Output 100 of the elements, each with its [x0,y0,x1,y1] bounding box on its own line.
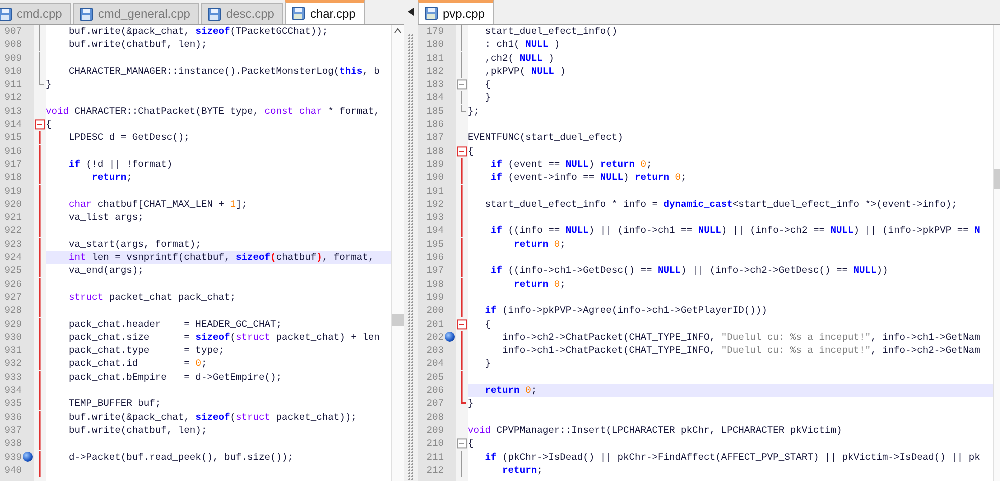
line-number: 926 [4,278,22,291]
scrollbar-thumb[interactable] [392,314,404,326]
line-number: 935 [4,397,22,411]
line-number: 918 [4,171,22,185]
code-line: start_duel_efect_info * info = dynamic_cast<start_duel_efect_info *>(event->info); [484,198,958,212]
code-line: buf.write(chatbuf, len); [68,424,208,438]
code-line: { [484,318,492,331]
code-line: start_duel_efect_info() [484,25,619,38]
line-number: 179 [426,25,444,38]
scrollbar[interactable] [391,25,404,481]
code-line: }; [468,104,481,118]
line-number: 187 [426,131,444,145]
line-number: 198 [426,278,444,291]
code-line: if (event == NULL) return 0; [490,158,654,172]
code-line: return; [91,171,134,185]
line-number: 914 [4,118,22,132]
caret-up-icon[interactable] [394,28,402,34]
splitter-handle[interactable] [404,0,418,481]
line-number: 201 [426,318,444,331]
line-number: 924 [4,251,22,264]
code-line: TEMP_BUFFER buf; [68,397,162,411]
code-line: void CPVPManager::Insert(LPCHARACTER pkChr, LPCHARACTER pkVictim) [468,424,844,438]
line-number: 911 [4,78,22,92]
line-number: 937 [4,424,22,438]
code-line: pack_chat.header = HEADER_GC_CHAT; [68,318,284,331]
line-number: 202 [426,330,444,344]
code-line: ,ch2( NULL ) [484,52,556,65]
line-number: 183 [426,78,444,92]
line-number: 908 [4,38,22,52]
line-number: 940 [4,464,22,478]
code-line: va_start(args, format); [68,238,202,252]
fold-toggle[interactable] [457,438,467,449]
line-number: 212 [426,464,444,478]
fold-toggle[interactable] [457,319,467,330]
code-line: if (!d || !format) [68,158,174,172]
line-number: 191 [426,184,444,198]
code-line: if (event->info == NULL) return 0; [490,171,688,185]
code-line: if (info->pkPVP->Agree(info->ch1->GetPlayerID())) [484,304,768,318]
line-number: 200 [426,304,444,318]
line-number: 210 [426,437,444,450]
code-line: char chatbuf[CHAT_MAX_LEN + 1]; [68,198,249,212]
line-number: 209 [426,424,444,438]
line-number: 196 [426,251,444,264]
code-line: va_end(args); [68,264,145,278]
code-line: } [468,397,475,411]
code-line: if ((info->ch1->GetDesc() == NULL) || (info->ch2->GetDesc() == NULL)) [490,264,890,278]
line-number: 919 [4,184,22,198]
code-line: if (pkChr->IsDead() || pkChr->FindAffect(AFFECT_PVP_START) || pkVictim->IsDead() || pk [484,450,982,464]
scrollbar-thumb[interactable] [994,169,1000,189]
line-number: 203 [426,344,444,358]
scrollbar[interactable] [993,25,1000,481]
file-tab[interactable]: pvp.cpp [418,0,494,24]
file-tab[interactable]: cmd.cpp [0,3,72,24]
file-tab[interactable]: char.cpp [285,0,365,24]
line-number: 186 [426,118,444,132]
line-number: 927 [4,290,22,304]
line-number: 921 [4,211,22,224]
file-tab[interactable]: cmd_general.cpp [73,3,200,24]
line-number: 930 [4,330,22,344]
line-number: 910 [4,64,22,78]
file-tab[interactable]: desc.cpp [201,3,284,24]
code-line: va_list args; [68,211,145,224]
code-line: return 0; [513,238,567,252]
line-number: 913 [4,104,22,118]
triangle-left-icon[interactable] [408,8,414,16]
line-number: 188 [426,144,444,158]
line-number: 206 [426,384,444,398]
line-number: 192 [426,198,444,212]
code-line: if ((info == NULL) || (info->ch1 == NULL) || (info->ch2 == NULL) || (info->pkPVP == N [490,224,982,238]
code-line: return; [502,464,544,478]
code-line: return 0; [513,278,567,291]
line-number: 907 [4,25,22,38]
fold-toggle[interactable] [457,146,467,156]
code-line: pack_chat.bEmpire = d->GetEmpire(); [68,370,284,384]
line-number: 207 [426,397,444,411]
code-line: pack_chat.type = type; [68,344,226,358]
line-number: 205 [426,370,444,384]
line-number: 204 [426,357,444,371]
line-number: 917 [4,158,22,172]
line-number: 938 [4,437,22,450]
code-line: d->Packet(buf.read_peek(), buf.size()); [68,450,295,464]
fold-toggle[interactable] [457,80,467,90]
line-number: 920 [4,198,22,212]
line-number: 189 [426,158,444,172]
line-number: 923 [4,238,22,252]
code-line: info->ch1->ChatPacket(CHAT_TYPE_INFO, "Duelul cu: %s a inceput!", info->ch2->GetNam [502,344,982,358]
line-number: 194 [426,224,444,238]
code-line: buf.write(&pack_chat, sizeof(TPacketGCChat)); [68,25,330,38]
line-number: 180 [426,38,444,52]
code-line: void CHARACTER::ChatPacket(BYTE type, const char * format, [46,104,381,118]
line-number: 915 [4,131,22,145]
code-line: { [468,437,475,450]
line-number: 184 [426,91,444,105]
line-number: 211 [426,450,444,464]
line-number: 939 [4,450,22,464]
code-line: buf.write(chatbuf, len); [68,38,208,52]
line-number: 933 [4,370,22,384]
fold-toggle[interactable] [35,120,45,130]
line-number: 912 [4,91,22,105]
code-line: buf.write(&pack_chat, sizeof(struct packet_chat)); [68,410,358,424]
